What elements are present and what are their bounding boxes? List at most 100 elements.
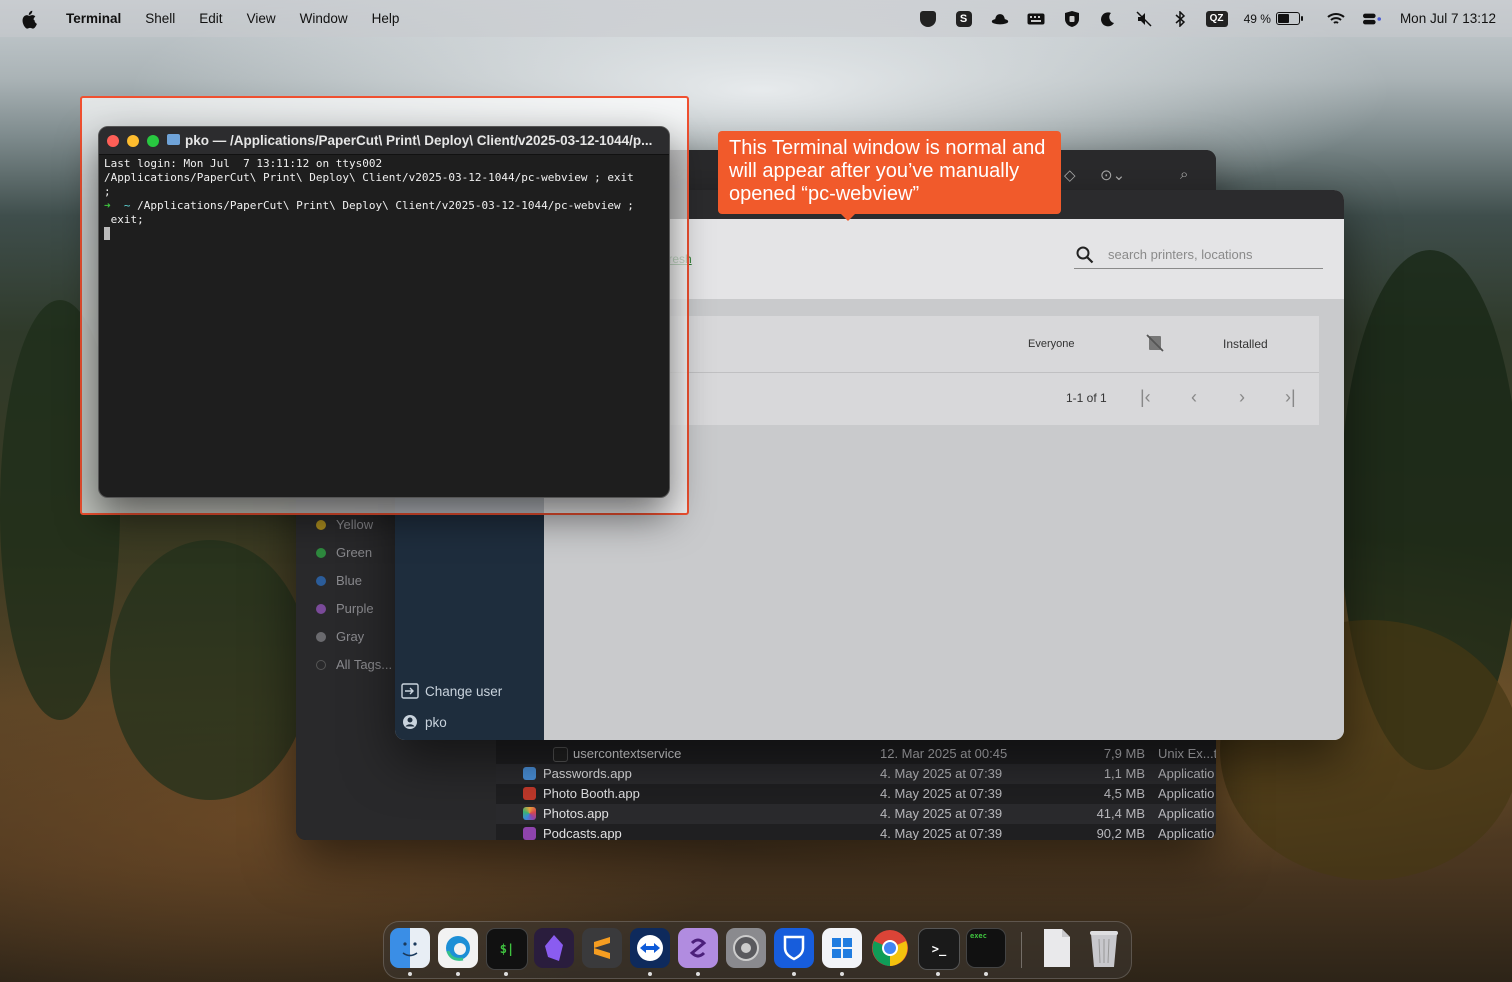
terminal-window[interactable]: pko — /Applications/PaperCut\ Print\ Dep…: [98, 126, 670, 498]
terminal-line: exit;: [104, 213, 144, 226]
bitwarden-status-icon[interactable]: [919, 10, 937, 28]
tag-purple[interactable]: Purple: [316, 601, 374, 616]
terminal-green-icon[interactable]: $|: [486, 928, 528, 970]
trash-icon[interactable]: [1084, 928, 1124, 968]
menu-view[interactable]: View: [247, 11, 276, 26]
tag-green[interactable]: Green: [316, 545, 372, 560]
s-app-status-icon[interactable]: S: [955, 10, 973, 28]
file-kind: Unix Ex...t: [1158, 746, 1216, 761]
tag-icon[interactable]: ◇: [1064, 166, 1076, 184]
finder-search-icon[interactable]: ⌕: [1180, 166, 1188, 183]
terminal-line: Last login: Mon Jul 7 13:11:12 on ttys00…: [104, 157, 383, 170]
file-name: Photo Booth.app: [543, 786, 640, 801]
obsidian-icon[interactable]: [534, 928, 574, 968]
user-name: pko: [425, 714, 447, 730]
control-center-icon[interactable]: [1362, 10, 1381, 28]
zoom-button[interactable]: [147, 135, 159, 147]
minimize-button[interactable]: [127, 135, 139, 147]
file-row[interactable]: usercontextservice 12. Mar 2025 at 00:45…: [496, 744, 1216, 764]
bluetooth-status-icon[interactable]: [1171, 10, 1189, 28]
search-input[interactable]: [1106, 246, 1320, 263]
menu-edit[interactable]: Edit: [199, 11, 222, 26]
moon-status-icon[interactable]: [1099, 10, 1117, 28]
file-row[interactable]: Podcasts.app 4. May 2025 at 07:39 90,2 M…: [496, 824, 1216, 840]
terminal-titlebar[interactable]: pko — /Applications/PaperCut\ Print\ Dep…: [99, 127, 669, 155]
file-list: usercontextservice 12. Mar 2025 at 00:45…: [496, 740, 1216, 840]
menu-bar: Terminal Shell Edit View Window Help S Q…: [0, 0, 1512, 37]
user-account: pko: [401, 713, 447, 731]
terminal-cursor: [104, 227, 110, 240]
terminal-output[interactable]: Last login: Mon Jul 7 13:11:12 on ttys00…: [104, 157, 665, 242]
document-icon[interactable]: [1037, 928, 1077, 968]
wifi-status-icon[interactable]: [1327, 10, 1345, 28]
menu-clock[interactable]: Mon Jul 7 13:12: [1400, 11, 1496, 26]
battery-icon[interactable]: [1275, 12, 1303, 25]
folder-icon: [167, 134, 180, 145]
menu-app-name[interactable]: Terminal: [66, 11, 121, 26]
terminal-title: pko — /Applications/PaperCut\ Print\ Dep…: [185, 133, 653, 148]
mute-status-icon[interactable]: [1135, 10, 1153, 28]
status-area: S QZ 49 % Mon Jul 7 13:12: [910, 0, 1496, 37]
menu-help[interactable]: Help: [372, 11, 400, 26]
prev-page-button[interactable]: ‹: [1191, 387, 1197, 408]
system-settings-icon[interactable]: [726, 928, 766, 968]
first-page-button[interactable]: |‹: [1140, 387, 1151, 408]
running-indicator: [456, 972, 460, 976]
close-button[interactable]: [107, 135, 119, 147]
menu-shell[interactable]: Shell: [145, 11, 175, 26]
bitwarden-dock-icon[interactable]: [774, 928, 814, 968]
tag-all[interactable]: All Tags...: [316, 657, 392, 672]
running-indicator: [936, 972, 940, 976]
tag-blue[interactable]: Blue: [316, 573, 362, 588]
more-actions-icon[interactable]: ⊙⌄: [1100, 166, 1125, 184]
teamviewer-icon[interactable]: [630, 928, 670, 968]
menu-window[interactable]: Window: [300, 11, 348, 26]
podcasts-app-icon: [523, 827, 536, 840]
tag-gray[interactable]: Gray: [316, 629, 364, 644]
next-page-button[interactable]: ›: [1239, 387, 1245, 408]
cap-status-icon[interactable]: [991, 10, 1009, 28]
file-row[interactable]: Photos.app 4. May 2025 at 07:39 41,4 MB …: [496, 804, 1216, 824]
finder-icon[interactable]: [390, 928, 430, 968]
windows-app-icon[interactable]: [822, 928, 862, 968]
photos-app-icon: [523, 807, 536, 820]
shield-status-icon[interactable]: [1063, 10, 1081, 28]
console-icon[interactable]: exec: [966, 928, 1006, 968]
running-indicator: [408, 972, 412, 976]
papercut-icon[interactable]: [678, 928, 718, 968]
running-indicator: [696, 972, 700, 976]
edge-icon[interactable]: [438, 928, 478, 968]
running-indicator: [792, 972, 796, 976]
file-row[interactable]: Photo Booth.app 4. May 2025 at 07:39 4,5…: [496, 784, 1216, 804]
prompt-arrow: ➜: [104, 199, 111, 212]
file-row[interactable]: Passwords.app 4. May 2025 at 07:39 1,1 M…: [496, 764, 1216, 784]
user-icon: [401, 713, 419, 731]
terminal-line: ;: [104, 185, 111, 198]
running-indicator: [840, 972, 844, 976]
tag-label: Blue: [336, 573, 363, 588]
terminal-icon[interactable]: >_: [918, 928, 960, 970]
search-icon: [1076, 246, 1094, 264]
file-date: 4. May 2025 at 07:39: [880, 786, 1003, 801]
no-restriction-icon: [1146, 334, 1164, 352]
photo-booth-app-icon: [523, 787, 536, 800]
last-page-button[interactable]: ›|: [1285, 387, 1296, 408]
logout-icon: [401, 682, 419, 700]
terminal-line: /Applications/PaperCut\ Print\ Deploy\ C…: [130, 199, 634, 212]
change-user-button[interactable]: Change user: [401, 682, 502, 700]
qz-status-icon[interactable]: QZ: [1205, 10, 1228, 27]
s-app-label: S: [955, 10, 972, 27]
file-size: 41,4 MB: [1096, 806, 1145, 821]
tag-yellow[interactable]: Yellow: [316, 517, 373, 532]
apple-menu-icon[interactable]: [20, 9, 40, 29]
file-date: 4. May 2025 at 07:39: [880, 806, 1003, 821]
tag-dot: [316, 603, 326, 614]
keyboard-status-icon[interactable]: [1027, 10, 1045, 28]
sublime-text-icon[interactable]: [582, 928, 622, 968]
passwords-app-icon: [523, 767, 536, 780]
chrome-icon[interactable]: [870, 928, 910, 968]
dock: $| >_ exec: [383, 921, 1132, 979]
printer-group: Everyone: [1028, 338, 1075, 350]
file-kind: Applicatio: [1158, 826, 1215, 840]
running-indicator: [504, 972, 508, 976]
